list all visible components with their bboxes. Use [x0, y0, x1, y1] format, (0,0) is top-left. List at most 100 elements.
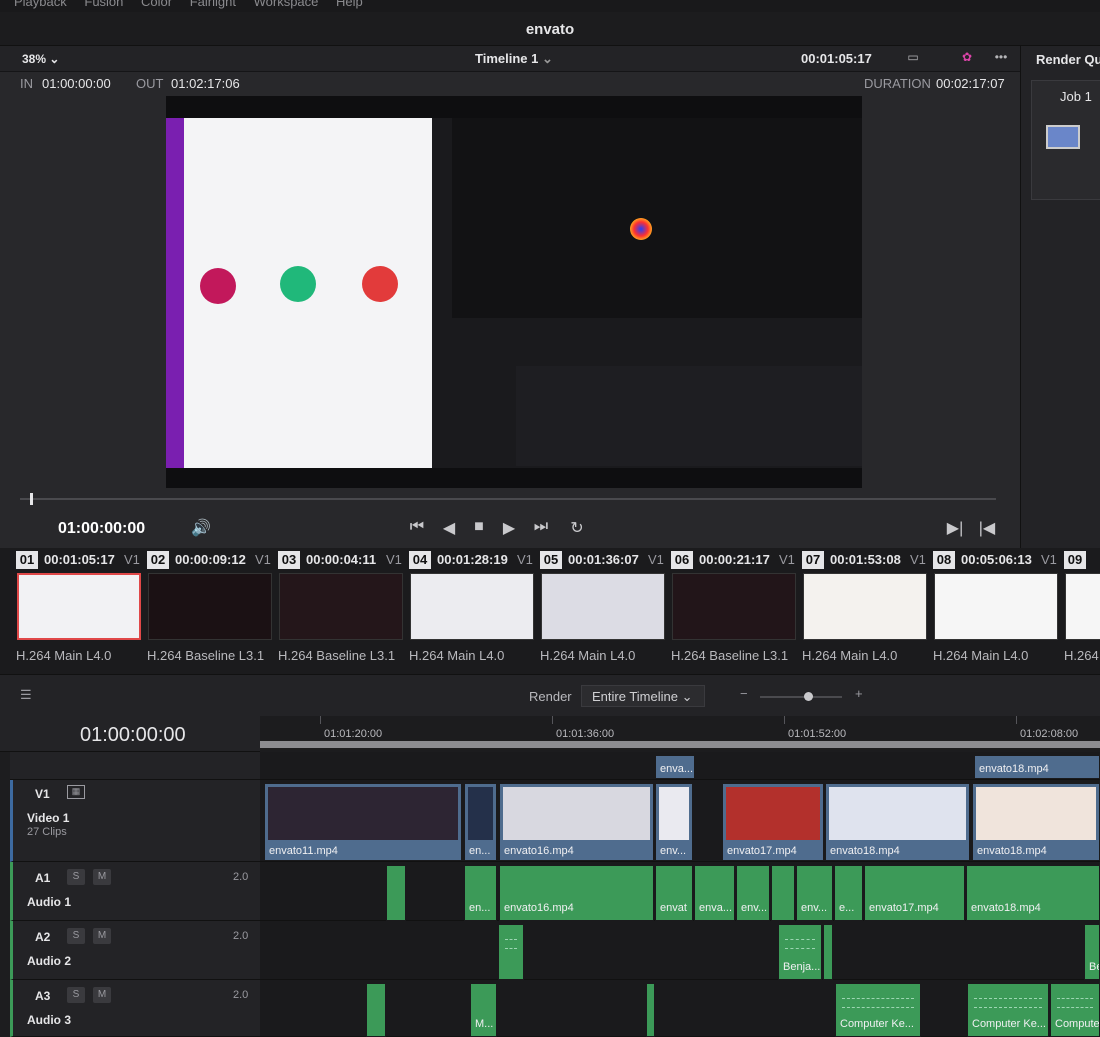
go-to-start-icon[interactable]: ⏮	[406, 518, 428, 536]
menu-fusion[interactable]: Fusion	[84, 0, 123, 9]
timeline-timecode[interactable]: 01:00:00:00	[80, 724, 186, 747]
solo-button[interactable]: S	[67, 869, 85, 885]
clip-thumbnail[interactable]	[672, 573, 796, 640]
mute-button[interactable]: M	[93, 928, 111, 944]
hq-monitor-icon[interactable]: ▭	[904, 50, 922, 66]
clip-item[interactable]: 08 00:05:06:13 V1 H.264 Main L4.0	[933, 548, 1064, 674]
video-clip[interactable]: enva...	[655, 755, 695, 779]
audio-clip[interactable]: Compute	[1050, 983, 1100, 1037]
out-value[interactable]: 01:02:17:06	[171, 76, 240, 91]
list-settings-icon[interactable]: ☰	[20, 687, 32, 703]
video-clip[interactable]: envato18.mp4	[972, 783, 1100, 861]
audio-clip[interactable]	[366, 983, 386, 1037]
clip-thumbnail[interactable]	[934, 573, 1058, 640]
duration-label: DURATION	[864, 76, 931, 91]
audio-clip[interactable]: envato17.mp4	[864, 865, 965, 921]
audio-clip[interactable]: en...	[464, 865, 497, 921]
audio-clip[interactable]: env...	[796, 865, 833, 921]
clip-thumbnail[interactable]	[541, 573, 665, 640]
previous-clip-icon[interactable]: |◀	[976, 518, 998, 538]
clip-duration: 00:00:04:11	[306, 552, 377, 567]
clip-thumbnail[interactable]	[803, 573, 927, 640]
video-clip[interactable]: envato11.mp4	[264, 783, 462, 861]
clip-item[interactable]: 02 00:00:09:12 V1 H.264 Baseline L3.1	[147, 548, 278, 674]
clip-item[interactable]: 05 00:01:36:07 V1 H.264 Main L4.0	[540, 548, 671, 674]
clip-item[interactable]: 03 00:00:04:11 V1 H.264 Baseline L3.1	[278, 548, 409, 674]
clip-label: envato16.mp4	[504, 845, 574, 857]
zoom-slider-knob[interactable]	[804, 692, 813, 701]
audio-clip[interactable]: Be	[1084, 924, 1100, 980]
audio-clip[interactable]	[646, 983, 655, 1037]
video-clip[interactable]: en...	[464, 783, 497, 861]
play-reverse-icon[interactable]: ◀	[438, 518, 460, 538]
menu-help[interactable]: Help	[336, 0, 363, 9]
in-value[interactable]: 01:00:00:00	[42, 76, 111, 91]
color-effects-icon[interactable]: ✿	[958, 50, 976, 66]
play-icon[interactable]: ▶	[498, 518, 520, 538]
render-job[interactable]: Job 1	[1031, 80, 1100, 200]
film-strip-icon[interactable]: ▦	[67, 785, 85, 799]
audio-clip[interactable]	[386, 865, 406, 921]
audio-clip[interactable]: Computer Ke...	[967, 983, 1049, 1037]
zoom-in-icon[interactable]: +	[855, 686, 863, 701]
mute-button[interactable]: M	[93, 987, 111, 1003]
render-range-select[interactable]: Entire Timeline ⌄	[581, 685, 705, 707]
solo-button[interactable]: S	[67, 987, 85, 1003]
next-clip-icon[interactable]: ▶|	[944, 518, 966, 538]
clip-number: 08	[933, 551, 955, 569]
zoom-out-icon[interactable]: −	[740, 686, 748, 701]
stop-icon[interactable]: ■	[468, 518, 490, 536]
video-clip[interactable]: env...	[655, 783, 693, 861]
audio-clip[interactable]: Computer Ke...	[835, 983, 921, 1037]
video-clip[interactable]: envato17.mp4	[722, 783, 824, 861]
zoom-slider[interactable]	[760, 696, 842, 698]
timeline-name: Timeline 1	[475, 51, 539, 66]
audio-clip[interactable]: e...	[834, 865, 863, 921]
video-clip[interactable]: envato18.mp4	[974, 755, 1100, 779]
audio-clip[interactable]	[498, 924, 524, 980]
clip-item[interactable]: 07 00:01:53:08 V1 H.264 Main L4.0	[802, 548, 933, 674]
timeline-ruler[interactable]: 01:01:20:00 01:01:36:00 01:01:52:00 01:0…	[260, 716, 1100, 752]
volume-icon[interactable]: 🔊	[190, 518, 212, 538]
audio-clip[interactable]: env...	[736, 865, 770, 921]
track-a1: en... envato16.mp4 envat enva... env... …	[260, 862, 1100, 921]
audio-clip[interactable]	[771, 865, 795, 921]
audio-clip[interactable]	[823, 924, 833, 980]
chevron-down-icon: ⌄	[49, 52, 60, 66]
clip-item[interactable]: 04 00:01:28:19 V1 H.264 Main L4.0	[409, 548, 540, 674]
zoom-dropdown[interactable]: 38% ⌄	[22, 52, 59, 66]
timeline-dropdown[interactable]: Timeline 1 ⌄	[475, 51, 553, 67]
audio-clip[interactable]: envato18.mp4	[966, 865, 1100, 921]
clip-thumbnail[interactable]	[410, 573, 534, 640]
solo-button[interactable]: S	[67, 928, 85, 944]
track-name: Audio 2	[27, 954, 71, 968]
clip-thumbnail[interactable]	[279, 573, 403, 640]
menu-workspace[interactable]: Workspace	[254, 0, 319, 9]
track-header-v2	[10, 752, 260, 780]
audio-clip[interactable]: Benja...	[778, 924, 822, 980]
mute-button[interactable]: M	[93, 869, 111, 885]
clip-item[interactable]: 09 H.264	[1064, 548, 1100, 674]
video-preview[interactable]	[166, 96, 862, 488]
menu-color[interactable]: Color	[141, 0, 172, 9]
audio-clip[interactable]: envato16.mp4	[499, 865, 654, 921]
menu-fairlight[interactable]: Fairlight	[190, 0, 236, 9]
video-clip[interactable]: envato18.mp4	[825, 783, 970, 861]
clip-thumbnail[interactable]	[1065, 573, 1100, 640]
scrubber-bar[interactable]	[20, 498, 996, 500]
loop-icon[interactable]: ↻	[566, 518, 588, 538]
video-clip[interactable]: envato16.mp4	[499, 783, 654, 861]
clip-thumbnail[interactable]	[17, 573, 141, 640]
menu-playback[interactable]: Playback	[14, 0, 67, 9]
more-options-icon[interactable]: •••	[992, 50, 1010, 66]
audio-clip[interactable]: enva...	[694, 865, 735, 921]
go-to-end-icon[interactable]: ⏭	[530, 518, 552, 536]
clip-item[interactable]: 01 00:01:05:17 V1 H.264 Main L4.0	[16, 548, 147, 674]
scrubber-playhead[interactable]	[30, 493, 33, 505]
clip-label: envato11.mp4	[269, 845, 338, 857]
clip-thumbnail[interactable]	[148, 573, 272, 640]
clip-item[interactable]: 06 00:00:21:17 V1 H.264 Baseline L3.1	[671, 548, 802, 674]
audio-clip[interactable]: M...	[470, 983, 497, 1037]
viewer-timecode[interactable]: 00:01:05:17	[801, 51, 872, 66]
audio-clip[interactable]: envat	[655, 865, 693, 921]
